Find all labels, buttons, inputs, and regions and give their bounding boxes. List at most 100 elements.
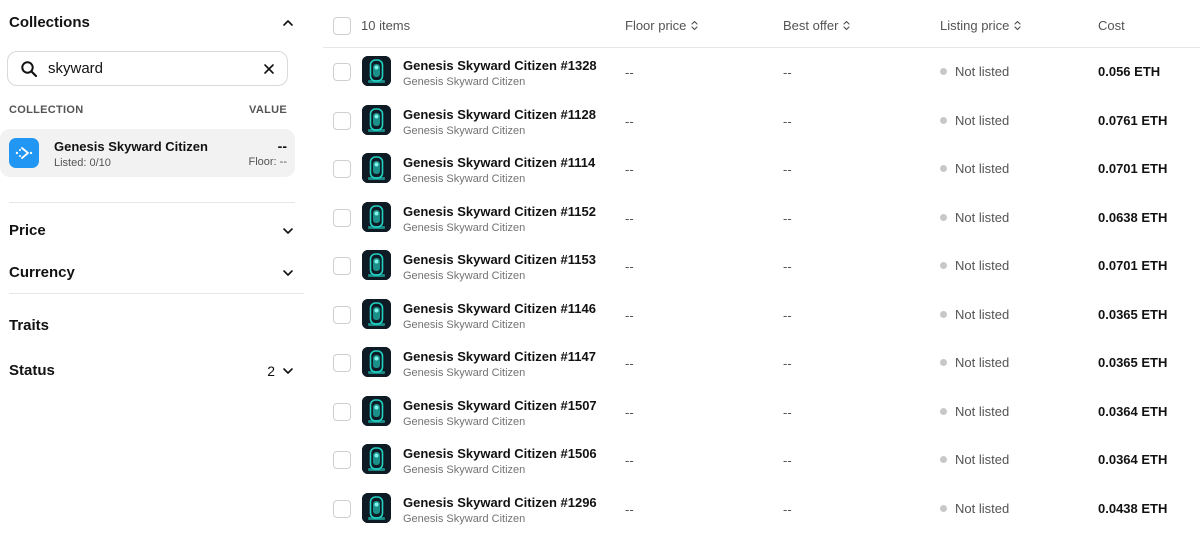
table-row[interactable]: Genesis Skyward Citizen #1507 Genesis Sk… (323, 388, 1200, 436)
row-checkbox[interactable] (333, 451, 351, 469)
best-offer-value: -- (783, 162, 792, 177)
floor-price-value: -- (625, 114, 634, 129)
nft-thumbnail (362, 105, 391, 135)
nft-thumbnail (362, 347, 391, 377)
row-checkbox[interactable] (333, 63, 351, 81)
floor-price-value: -- (625, 502, 634, 517)
table-row[interactable]: Genesis Skyward Citizen #1296 Genesis Sk… (323, 485, 1200, 533)
table-row[interactable]: Genesis Skyward Citizen #1153 Genesis Sk… (323, 242, 1200, 290)
status-dot (940, 408, 947, 415)
status-filter-count-wrap: 2 (267, 363, 295, 379)
item-name[interactable]: Genesis Skyward Citizen #1296 (403, 495, 597, 510)
table-row[interactable]: Genesis Skyward Citizen #1506 Genesis Sk… (323, 436, 1200, 484)
status-dot (940, 505, 947, 512)
status-dot (940, 214, 947, 221)
close-icon[interactable] (263, 63, 275, 75)
best-offer-value: -- (783, 405, 792, 420)
nft-thumbnail (362, 250, 391, 280)
table-row[interactable]: Genesis Skyward Citizen #1328 Genesis Sk… (323, 48, 1200, 96)
traits-filter-header[interactable]: Traits (9, 317, 295, 334)
row-checkbox[interactable] (333, 209, 351, 227)
best-offer-value: -- (783, 114, 792, 129)
row-checkbox[interactable] (333, 500, 351, 518)
nft-thumbnail (362, 153, 391, 183)
cost-value: 0.056 ETH (1098, 64, 1161, 79)
table-row[interactable]: Genesis Skyward Citizen #1128 Genesis Sk… (323, 97, 1200, 145)
cost-value: 0.0365 ETH (1098, 307, 1168, 322)
chevron-down-icon[interactable] (281, 364, 295, 378)
table-row[interactable]: Genesis Skyward Citizen #1146 Genesis Sk… (323, 291, 1200, 339)
chevron-down-icon[interactable] (281, 224, 295, 238)
cost-column-header: Cost (1098, 18, 1125, 33)
floor-price-value: -- (625, 308, 634, 323)
status-dot (940, 456, 947, 463)
item-collection: Genesis Skyward Citizen (403, 319, 526, 331)
listing-status: Not listed (940, 258, 1009, 273)
item-name[interactable]: Genesis Skyward Citizen #1328 (403, 58, 597, 73)
sort-icon (1014, 20, 1021, 31)
item-collection: Genesis Skyward Citizen (403, 76, 526, 88)
status-filter-count: 2 (267, 362, 275, 379)
status-filter-header[interactable]: Status 2 (9, 362, 295, 379)
table-row[interactable]: Genesis Skyward Citizen #1152 Genesis Sk… (323, 194, 1200, 242)
listing-status: Not listed (940, 161, 1009, 176)
item-name[interactable]: Genesis Skyward Citizen #1153 (403, 252, 596, 267)
collection-floor: Floor: -- (248, 156, 288, 168)
nft-thumbnail (362, 396, 391, 426)
cost-value: 0.0364 ETH (1098, 404, 1168, 419)
currency-filter-header[interactable]: Currency (9, 264, 295, 281)
floor-price-value: -- (625, 453, 634, 468)
listing-status-label: Not listed (955, 113, 1010, 128)
collections-title: Collections (9, 14, 90, 31)
table-header: 10 items Floor price Best offer Listing … (323, 0, 1200, 48)
nft-thumbnail (362, 444, 391, 474)
collections-section-header[interactable]: Collections (9, 14, 295, 31)
item-name[interactable]: Genesis Skyward Citizen #1147 (403, 349, 596, 364)
listing-status-label: Not listed (955, 258, 1010, 273)
row-checkbox[interactable] (333, 306, 351, 324)
floor-price-value: -- (625, 162, 634, 177)
row-checkbox[interactable] (333, 403, 351, 421)
chevron-up-icon[interactable] (281, 16, 295, 30)
item-collection: Genesis Skyward Citizen (403, 513, 526, 525)
chevron-down-icon[interactable] (281, 266, 295, 280)
row-checkbox[interactable] (333, 354, 351, 372)
cost-value: 0.0364 ETH (1098, 452, 1168, 467)
table-row[interactable]: Genesis Skyward Citizen #1147 Genesis Sk… (323, 339, 1200, 387)
select-all-checkbox[interactable] (333, 17, 351, 35)
currency-filter-label: Currency (9, 264, 75, 281)
table-row[interactable]: Genesis Skyward Citizen #1114 Genesis Sk… (323, 145, 1200, 193)
status-dot (940, 262, 947, 269)
collection-logo-icon (9, 138, 39, 168)
item-name[interactable]: Genesis Skyward Citizen #1152 (403, 204, 596, 219)
listing-price-column-header[interactable]: Listing price (940, 18, 1021, 33)
row-checkbox[interactable] (333, 160, 351, 178)
collection-item-genesis-skyward-citizen[interactable]: Genesis Skyward Citizen Listed: 0/10 -- … (0, 129, 295, 177)
item-name[interactable]: Genesis Skyward Citizen #1507 (403, 398, 597, 413)
floor-price-value: -- (625, 211, 634, 226)
price-filter-header[interactable]: Price (9, 222, 295, 239)
item-name[interactable]: Genesis Skyward Citizen #1114 (403, 155, 595, 170)
listing-status-label: Not listed (955, 501, 1010, 516)
floor-price-header-label: Floor price (625, 18, 687, 33)
item-collection: Genesis Skyward Citizen (403, 464, 526, 476)
row-checkbox[interactable] (333, 112, 351, 130)
item-name[interactable]: Genesis Skyward Citizen #1506 (403, 446, 597, 461)
item-collection: Genesis Skyward Citizen (403, 222, 526, 234)
traits-filter-label: Traits (9, 317, 50, 334)
cost-value: 0.0701 ETH (1098, 161, 1168, 176)
status-filter-label: Status (9, 362, 55, 379)
best-offer-column-header[interactable]: Best offer (783, 18, 851, 33)
floor-price-column-header[interactable]: Floor price (625, 18, 699, 33)
item-name[interactable]: Genesis Skyward Citizen #1146 (403, 301, 596, 316)
item-name[interactable]: Genesis Skyward Citizen #1128 (403, 107, 596, 122)
search-input[interactable] (48, 60, 263, 77)
row-checkbox[interactable] (333, 257, 351, 275)
filters-sidebar: Collections COLLECTION VALUE Genesi (0, 0, 305, 539)
listing-status: Not listed (940, 307, 1009, 322)
listing-status: Not listed (940, 355, 1009, 370)
listing-status-label: Not listed (955, 404, 1010, 419)
status-dot (940, 165, 947, 172)
cost-value: 0.0638 ETH (1098, 210, 1168, 225)
collection-name: Genesis Skyward Citizen (54, 139, 208, 154)
